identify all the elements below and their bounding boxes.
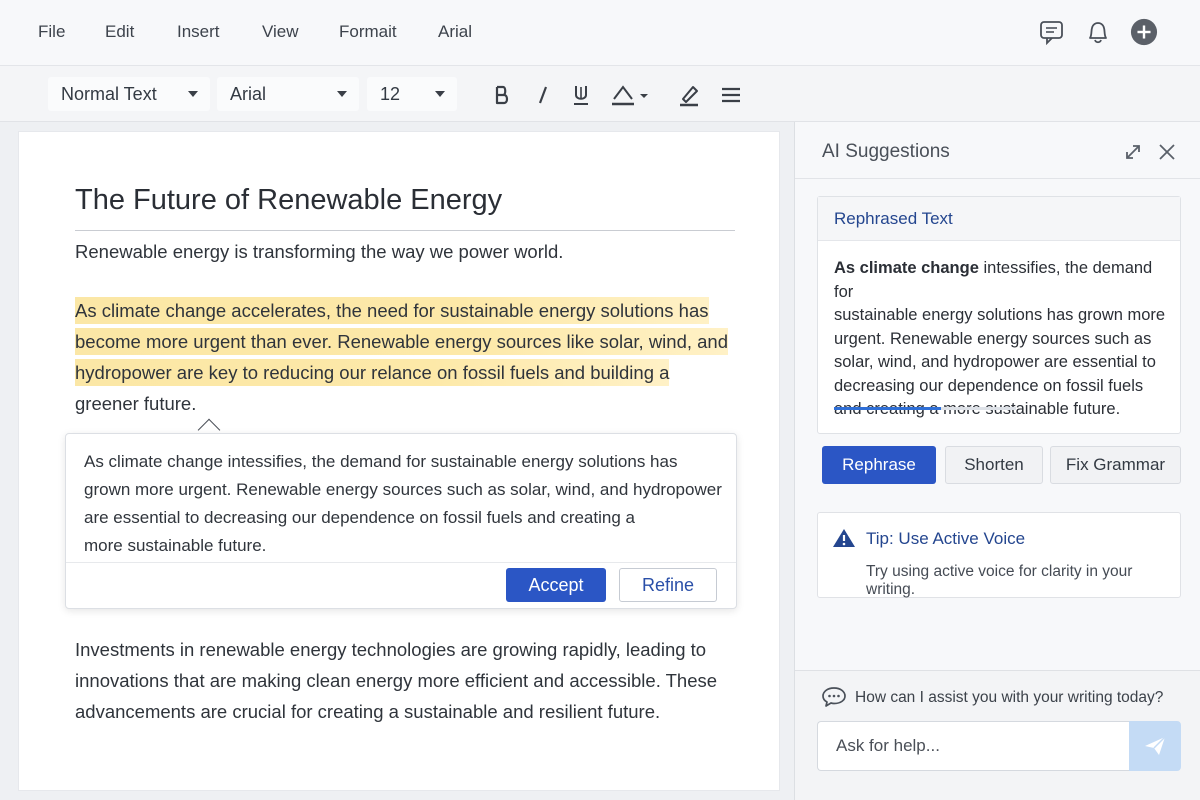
align-icon[interactable] bbox=[718, 82, 744, 108]
expand-icon[interactable] bbox=[1121, 140, 1145, 164]
closing-line: advancements are crucial for creating a … bbox=[75, 701, 661, 722]
closing-line: Investments in renewable energy technolo… bbox=[75, 639, 707, 660]
menu-bar: File Edit Insert View Formait Arial bbox=[0, 0, 1200, 66]
panel-divider bbox=[795, 178, 1200, 179]
intro-paragraph: Renewable energy is transforming the way… bbox=[75, 241, 564, 262]
document-page[interactable]: The Future of Renewable Energy Renewable… bbox=[18, 131, 780, 791]
progress-bar bbox=[834, 407, 1016, 410]
chat-input[interactable] bbox=[817, 721, 1129, 771]
bell-icon[interactable] bbox=[1084, 18, 1112, 46]
chevron-down-icon bbox=[435, 91, 445, 97]
refine-button[interactable]: Refine bbox=[619, 568, 717, 602]
rephrased-text: As climate change intessifies, the deman… bbox=[834, 257, 1170, 422]
tip-card: Tip: Use Active Voice Try using active v… bbox=[817, 512, 1181, 598]
highlighter-icon[interactable] bbox=[676, 82, 702, 108]
accept-button[interactable]: Accept bbox=[506, 568, 606, 602]
send-button[interactable] bbox=[1129, 721, 1181, 771]
font-dropdown-value: Arial bbox=[230, 84, 267, 104]
document-title: The Future of Renewable Energy bbox=[75, 184, 503, 216]
tip-text: Try using active voice for clarity in yo… bbox=[866, 563, 1133, 598]
add-icon[interactable] bbox=[1130, 18, 1158, 46]
highlight-line: As climate change accelerates, the need … bbox=[75, 297, 709, 324]
chat-area: How can I assist you with your writing t… bbox=[795, 670, 1200, 800]
underline-icon[interactable] bbox=[568, 82, 594, 108]
popup-suggestion-text: As climate change intessifies, the deman… bbox=[84, 448, 724, 560]
progress-fill bbox=[834, 407, 942, 410]
chat-bubble-icon bbox=[821, 685, 847, 709]
rephrased-text-card: Rephrased Text As climate change intessi… bbox=[817, 196, 1181, 434]
popup-line: As climate change intessifies, the deman… bbox=[84, 452, 678, 471]
menu-edit[interactable]: Edit bbox=[105, 22, 134, 42]
formatting-toolbar: Normal Text Arial 12 bbox=[0, 66, 1200, 122]
panel-title: AI Suggestions bbox=[822, 141, 950, 162]
warning-icon bbox=[832, 527, 856, 549]
popup-divider bbox=[66, 562, 736, 563]
font-dropdown[interactable]: Arial bbox=[217, 77, 359, 111]
rephrased-bold-lead: As climate change bbox=[834, 259, 979, 277]
menu-format[interactable]: Formait bbox=[339, 22, 397, 42]
comment-icon[interactable] bbox=[1038, 18, 1066, 46]
bold-icon[interactable] bbox=[489, 82, 515, 108]
rephrased-line: urgent. Renewable energy sources such as bbox=[834, 329, 1152, 348]
close-icon[interactable] bbox=[1155, 140, 1179, 164]
tip-title: Tip: Use Active Voice bbox=[866, 529, 1026, 548]
popup-line: are essential to decreasing our dependen… bbox=[84, 508, 635, 527]
popup-line: grown more urgent. Renewable energy sour… bbox=[84, 480, 722, 499]
fix-grammar-button[interactable]: Fix Grammar bbox=[1050, 446, 1181, 484]
highlighted-paragraph[interactable]: As climate change accelerates, the need … bbox=[75, 295, 729, 419]
send-icon bbox=[1145, 736, 1166, 755]
style-dropdown[interactable]: Normal Text bbox=[48, 77, 210, 111]
chevron-down-icon bbox=[337, 91, 347, 97]
popup-line: more sustainable future. bbox=[84, 536, 267, 555]
menu-file[interactable]: File bbox=[38, 22, 65, 42]
shorten-button[interactable]: Shorten bbox=[945, 446, 1043, 484]
style-dropdown-value: Normal Text bbox=[61, 84, 157, 104]
rephrased-line: solar, wind, and hydropower are essentia… bbox=[834, 353, 1156, 371]
chat-prompt: How can I assist you with your writing t… bbox=[855, 689, 1164, 706]
ai-suggestions-panel: AI Suggestions Rephrased Text As climate… bbox=[794, 122, 1200, 800]
menu-view[interactable]: View bbox=[262, 22, 299, 42]
menu-insert[interactable]: Insert bbox=[177, 22, 220, 42]
rephrased-line: sustainable energy solutions has grown m… bbox=[834, 306, 1166, 324]
chevron-down-icon bbox=[188, 91, 198, 97]
suggestion-popup: As climate change intessifies, the deman… bbox=[65, 433, 737, 609]
italic-icon[interactable] bbox=[530, 82, 556, 108]
title-divider bbox=[75, 230, 735, 231]
menu-font[interactable]: Arial bbox=[438, 22, 472, 42]
highlight-line: become more urgent than ever. Renewable … bbox=[75, 328, 729, 355]
closing-paragraph: Investments in renewable energy technolo… bbox=[75, 634, 717, 727]
closing-line: innovations that are making clean energy… bbox=[75, 670, 718, 691]
highlight-line: hydropower are key to reducing our relan… bbox=[75, 359, 670, 386]
size-dropdown[interactable]: 12 bbox=[367, 77, 457, 111]
card-heading: Rephrased Text bbox=[818, 197, 1180, 241]
highlight-line: greener future. bbox=[75, 393, 197, 414]
rephrase-button[interactable]: Rephrase bbox=[822, 446, 936, 484]
size-dropdown-value: 12 bbox=[380, 84, 401, 104]
text-color-icon[interactable] bbox=[610, 82, 652, 108]
document-area: The Future of Renewable Energy Renewable… bbox=[0, 122, 794, 800]
rephrased-line: decreasing our dependence on fossil fuel… bbox=[834, 376, 1144, 395]
